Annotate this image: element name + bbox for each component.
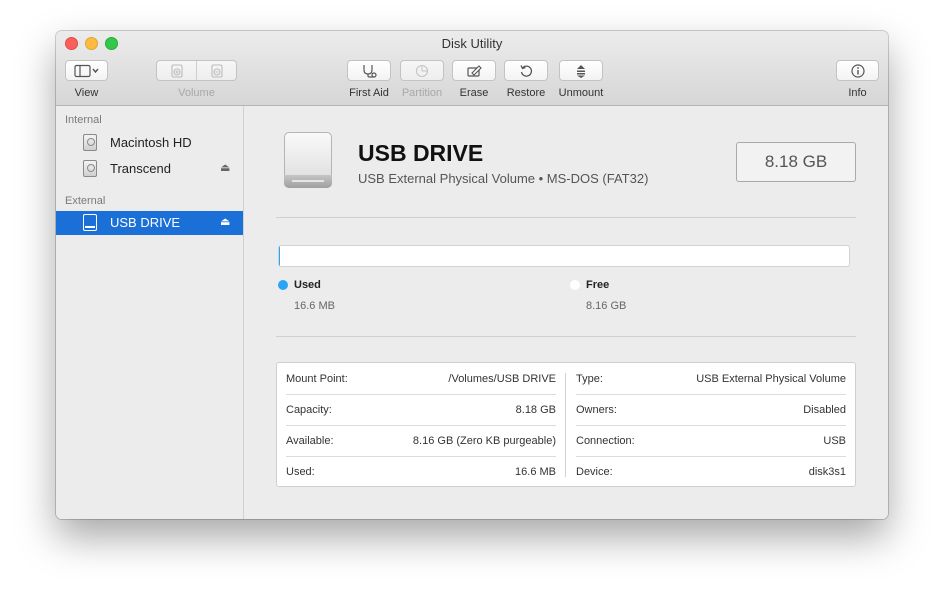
view-button[interactable] — [65, 60, 108, 81]
usb-drive-icon — [83, 214, 97, 231]
partition-button[interactable] — [400, 60, 444, 81]
info-key: Type: — [576, 373, 603, 385]
hard-disk-icon — [83, 160, 97, 177]
info-key: Device: — [576, 466, 613, 478]
partition-label: Partition — [401, 87, 443, 99]
info-key: Capacity: — [286, 404, 332, 416]
info-value: Disabled — [803, 404, 846, 416]
info-row-device: Device: disk3s1 — [576, 456, 846, 487]
first-aid-button[interactable] — [347, 60, 391, 81]
info-icon — [850, 63, 865, 78]
sidebar: Internal Macintosh HD Transcend ⏏ Extern… — [56, 106, 244, 519]
volume-name: USB DRIVE — [358, 140, 484, 166]
volume-control[interactable] — [156, 60, 237, 81]
used-legend-dot — [278, 280, 288, 290]
view-label: View — [74, 87, 99, 99]
info-row-owners: Owners: Disabled — [576, 394, 846, 425]
volume-detail-pane: USB DRIVE USB External Physical Volume •… — [244, 106, 888, 519]
used-legend-value: 16.6 MB — [294, 300, 335, 312]
info-value: 16.6 MB — [515, 466, 556, 478]
info-row-available: Available: 8.16 GB (Zero KB purgeable) — [286, 425, 556, 456]
info-key: Available: — [286, 435, 334, 447]
info-row-used: Used: 16.6 MB — [286, 456, 556, 487]
erase-label: Erase — [459, 87, 489, 99]
erase-button[interactable] — [452, 60, 496, 81]
info-value: /Volumes/USB DRIVE — [448, 373, 556, 385]
divider — [276, 336, 856, 337]
toolbar: Disk Utility View Volume First Aid Parti… — [56, 31, 888, 106]
free-legend-dot — [570, 280, 580, 290]
info-row-capacity: Capacity: 8.18 GB — [286, 394, 556, 425]
info-key: Connection: — [576, 435, 635, 447]
divider — [276, 217, 856, 218]
volume-info-table: Mount Point: /Volumes/USB DRIVE Capacity… — [276, 362, 856, 487]
column-divider — [565, 373, 566, 477]
info-value: disk3s1 — [808, 466, 846, 478]
sidebar-heading-external: External — [65, 195, 106, 207]
stethoscope-icon — [363, 64, 377, 78]
usb-drive-large-icon — [282, 132, 334, 190]
usage-bar — [278, 245, 850, 267]
volume-size: 8.18 GB — [736, 142, 856, 182]
free-legend-value: 8.16 GB — [586, 300, 627, 312]
sidebar-icon — [73, 64, 99, 77]
sidebar-item-usb-drive[interactable]: USB DRIVE ⏏ — [56, 211, 243, 235]
info-label: Info — [848, 87, 867, 99]
info-row-mount-point: Mount Point: /Volumes/USB DRIVE — [286, 363, 556, 394]
unmount-icon — [577, 64, 585, 78]
info-key: Owners: — [576, 404, 617, 416]
volume-label: Volume — [178, 87, 215, 99]
sidebar-item-label: Macintosh HD — [110, 135, 192, 150]
info-row-type: Type: USB External Physical Volume — [576, 363, 846, 394]
first-aid-label: First Aid — [349, 87, 389, 99]
info-row-connection: Connection: USB — [576, 425, 846, 456]
free-legend-label: Free — [586, 279, 610, 291]
sidebar-item-transcend[interactable]: Transcend ⏏ — [56, 157, 243, 181]
erase-icon — [467, 64, 482, 77]
hard-disk-icon — [83, 134, 97, 151]
eject-icon[interactable]: ⏏ — [220, 161, 230, 174]
sidebar-item-label: Transcend — [110, 161, 171, 176]
restore-label: Restore — [506, 87, 546, 99]
add-volume-icon — [170, 63, 183, 78]
restore-button[interactable] — [504, 60, 548, 81]
pie-chart-icon — [415, 64, 429, 77]
unmount-button[interactable] — [559, 60, 603, 81]
info-key: Mount Point: — [286, 373, 348, 385]
eject-icon[interactable]: ⏏ — [220, 215, 230, 228]
disk-utility-window: Disk Utility View Volume First Aid Parti… — [56, 31, 888, 519]
sidebar-item-macintosh-hd[interactable]: Macintosh HD — [56, 131, 243, 155]
info-key: Used: — [286, 466, 315, 478]
used-legend-label: Used — [294, 279, 321, 291]
sidebar-heading-internal: Internal — [65, 114, 102, 126]
volume-subtitle: USB External Physical Volume • MS-DOS (F… — [358, 171, 649, 186]
unmount-label: Unmount — [558, 87, 604, 99]
sidebar-item-label: USB DRIVE — [110, 215, 181, 230]
info-button[interactable] — [836, 60, 879, 81]
info-value: USB — [823, 435, 846, 447]
window-title: Disk Utility — [441, 36, 503, 51]
remove-volume-icon — [210, 63, 223, 78]
info-value: USB External Physical Volume — [696, 373, 846, 385]
restore-icon — [520, 64, 533, 77]
remove-volume-button[interactable] — [197, 61, 236, 80]
add-volume-button[interactable] — [157, 61, 196, 80]
usage-bar-used-segment — [279, 246, 281, 266]
info-value: 8.16 GB (Zero KB purgeable) — [412, 435, 556, 447]
info-value: 8.18 GB — [515, 404, 556, 416]
